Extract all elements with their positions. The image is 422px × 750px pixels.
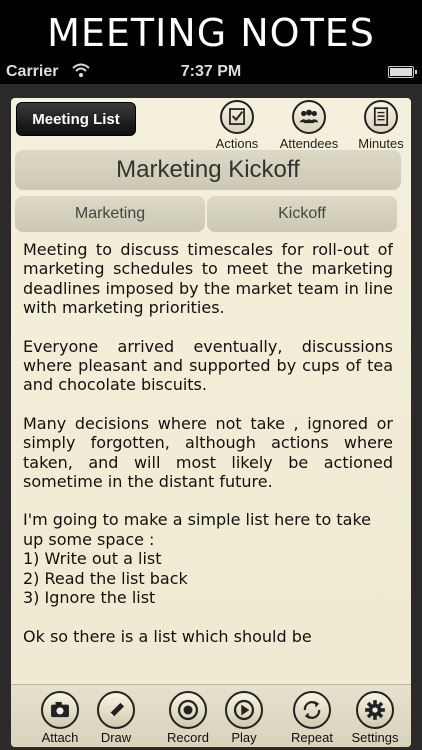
notes-list: 1) Write out a list 2) Read the list bac… bbox=[23, 549, 393, 607]
meeting-category-field[interactable]: Marketing bbox=[15, 196, 205, 232]
attendees-button[interactable]: Attendees bbox=[277, 100, 341, 151]
camera-icon bbox=[41, 691, 79, 729]
record-icon bbox=[169, 691, 207, 729]
meeting-type-field[interactable]: Kickoff bbox=[207, 196, 397, 232]
app-screen: Meeting List Actions Attendees Minutes M… bbox=[0, 84, 422, 750]
pencil-icon bbox=[97, 691, 135, 729]
play-label: Play bbox=[231, 730, 257, 745]
document-icon bbox=[364, 100, 398, 134]
gear-icon bbox=[356, 691, 394, 729]
repeat-icon bbox=[293, 691, 331, 729]
repeat-label: Repeat bbox=[291, 730, 333, 745]
actions-button[interactable]: Actions bbox=[205, 100, 269, 151]
draw-button[interactable]: Draw bbox=[84, 691, 148, 745]
notes-paragraph: Many decisions where not take , ignored … bbox=[23, 413, 393, 492]
notes-paper: Meeting List Actions Attendees Minutes M… bbox=[11, 98, 411, 747]
settings-label: Settings bbox=[351, 730, 399, 745]
battery-icon bbox=[388, 66, 417, 78]
meeting-list-button[interactable]: Meeting List bbox=[16, 102, 136, 136]
bottom-toolbar: Attach Draw Record Play Repeat Settings bbox=[11, 684, 411, 747]
status-time: 7:37 PM bbox=[180, 63, 242, 80]
app-banner-title: MEETING NOTES bbox=[0, 0, 422, 60]
notes-text-area[interactable]: Meeting to discuss timescales for roll-o… bbox=[23, 240, 393, 710]
list-item: 2) Read the list back bbox=[23, 568, 188, 588]
play-button[interactable]: Play bbox=[212, 691, 276, 745]
play-icon bbox=[225, 691, 263, 729]
notes-paragraph: Ok so there is a list which should be bbox=[23, 626, 312, 646]
draw-label: Draw bbox=[100, 730, 132, 745]
list-item: 1) Write out a list bbox=[23, 549, 162, 569]
record-button[interactable]: Record bbox=[156, 691, 220, 745]
people-icon bbox=[292, 100, 326, 134]
checklist-icon bbox=[220, 100, 254, 134]
attendees-label: Attendees bbox=[279, 136, 339, 151]
record-label: Record bbox=[167, 730, 209, 745]
list-item: 3) Ignore the list bbox=[23, 588, 156, 608]
repeat-button[interactable]: Repeat bbox=[280, 691, 344, 745]
attach-button[interactable]: Attach bbox=[28, 691, 92, 745]
notes-paragraph: Everyone arrived eventually, discussions… bbox=[23, 336, 393, 395]
minutes-button[interactable]: Minutes bbox=[349, 100, 411, 151]
notes-paragraph: Meeting to discuss timescales for roll-o… bbox=[23, 240, 393, 318]
status-bar: Carrier 7:37 PM bbox=[0, 60, 422, 84]
minutes-label: Minutes bbox=[358, 136, 404, 151]
settings-button[interactable]: Settings bbox=[343, 691, 407, 745]
attach-label: Attach bbox=[41, 730, 79, 745]
meeting-title-field[interactable]: Marketing Kickoff bbox=[15, 150, 401, 190]
actions-label: Actions bbox=[215, 136, 259, 151]
notes-paragraph: I'm going to make a simple list here to … bbox=[23, 510, 372, 549]
